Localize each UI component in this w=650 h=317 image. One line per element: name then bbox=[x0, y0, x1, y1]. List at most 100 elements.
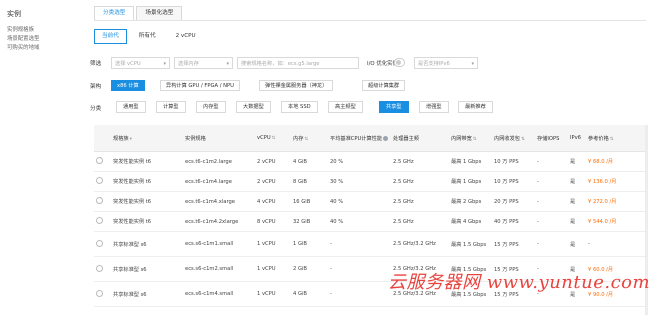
table-row[interactable]: 共享标准型 s6 ecs.s6-c1m1.small 1 vCPU 1 GiB -2.5… bbox=[94, 231, 646, 257]
chevron-down-icon: ▾ bbox=[471, 61, 474, 67]
row-select-cell bbox=[94, 256, 111, 282]
table-row[interactable]: 突发性能实例 t6 ecs.t6-c1m4.xlarge 4 vCPU 16 GiB 4… bbox=[94, 191, 646, 212]
category-big-data-button[interactable]: 大数据型 bbox=[236, 101, 271, 113]
category-memory-button[interactable]: 内存型 bbox=[196, 101, 226, 113]
cell-pps: 40 万 PPS bbox=[492, 211, 535, 232]
main-panel: 分类选型 场景化选型 当前代 所有代 2 vCPU 筛选 选择 vCPU ▾ 选… bbox=[86, 0, 650, 317]
cell-cpu-freq: 2.5 GHz bbox=[391, 171, 449, 192]
filter-icon[interactable]: ▾ bbox=[130, 137, 132, 142]
tab-all-generations[interactable]: 所有代 bbox=[131, 29, 164, 44]
cell-price: ¥ 136.0 /月 bbox=[586, 171, 646, 192]
arch-gpu-button[interactable]: 异构计算 GPU / FPGA / NPU bbox=[160, 80, 240, 91]
arch-label: 架构 bbox=[90, 84, 102, 90]
cell-price: - bbox=[586, 231, 646, 257]
tab-current-generation[interactable]: 当前代 bbox=[94, 29, 127, 44]
row-select-cell bbox=[94, 151, 111, 172]
cell-baseline-cpu: - bbox=[328, 256, 391, 282]
category-shared-button[interactable]: 共享型 bbox=[379, 101, 409, 113]
category-general-button[interactable]: 通用型 bbox=[116, 101, 146, 113]
cell-iops: - bbox=[535, 151, 568, 172]
vcpu-select[interactable]: 选择 vCPU ▾ bbox=[111, 57, 170, 69]
category-enhanced-button[interactable]: 增强型 bbox=[419, 101, 449, 113]
row-radio[interactable] bbox=[96, 177, 103, 184]
table-row[interactable]: 突发性能实例 t6 ecs.t6-c1m4.2xlarge 8 vCPU 32 GiB… bbox=[94, 211, 646, 232]
cell-bandwidth: 最高 1 Gbps bbox=[449, 171, 492, 192]
memory-select[interactable]: 选择内存 ▾ bbox=[174, 57, 233, 69]
generation-tabs: 当前代 所有代 2 vCPU bbox=[94, 29, 208, 44]
row-select-cell bbox=[94, 211, 111, 232]
cell-bandwidth: 最高 1 Gbps bbox=[449, 151, 492, 172]
cell-spec: ecs.s6-c1m1.small bbox=[183, 231, 255, 257]
memory-select-placeholder: 选择内存 bbox=[178, 61, 199, 67]
info-icon[interactable] bbox=[383, 135, 389, 141]
table-row[interactable]: 突发性能实例 t6 ecs.t6-c1m4.large 2 vCPU 8 GiB 30 … bbox=[94, 171, 646, 192]
header-vcpu[interactable]: vCPU⇅ bbox=[255, 125, 291, 152]
row-radio[interactable] bbox=[96, 157, 103, 164]
category-local-ssd-button[interactable]: 本地 SSD bbox=[281, 101, 318, 113]
category-high-frequency-button[interactable]: 高主频型 bbox=[328, 101, 363, 113]
cell-memory: 32 GiB bbox=[291, 211, 328, 232]
row-radio[interactable] bbox=[96, 289, 103, 297]
cell-family: 共享标准型 s6 bbox=[111, 281, 183, 307]
sort-icon[interactable]: ⇅ bbox=[521, 137, 525, 142]
cell-vcpu: 2 vCPU bbox=[255, 151, 291, 172]
cell-memory: 2 GiB bbox=[291, 256, 328, 282]
arch-bare-metal-button[interactable]: 弹性裸金属服务器（神龙） bbox=[259, 80, 334, 91]
tab-2vcpu[interactable]: 2 vCPU bbox=[168, 29, 204, 44]
header-bandwidth[interactable]: 内网带宽⇅ bbox=[449, 125, 492, 152]
io-optimized-toggle[interactable] bbox=[394, 58, 405, 67]
cell-iops: - bbox=[535, 191, 568, 212]
spec-search-input[interactable]: 搜索规格名称，如：ecs.g5.large bbox=[237, 57, 359, 69]
cell-iops: - bbox=[535, 211, 568, 232]
header-memory[interactable]: 内存⇅ bbox=[291, 125, 328, 152]
cell-cpu-freq: 2.5 GHz bbox=[391, 151, 449, 172]
cell-price: ¥ 544.0 /月 bbox=[586, 211, 646, 232]
category-latest-button[interactable]: 最新推荐 bbox=[458, 101, 493, 113]
cell-price: ¥ 272.0 /月 bbox=[586, 191, 646, 212]
header-cpu-freq: 处理器主频 bbox=[391, 125, 449, 152]
tab-scenario-selection[interactable]: 场景化选型 bbox=[136, 6, 183, 20]
category-compute-button[interactable]: 计算型 bbox=[156, 101, 186, 113]
header-pps[interactable]: 内网收发包⇅ bbox=[492, 125, 535, 152]
sidebar-item-regions[interactable]: 可购买的地域 bbox=[7, 43, 39, 51]
sidebar-item-scenario-config[interactable]: 场景配置选型 bbox=[7, 34, 39, 42]
cell-baseline-cpu: 30 % bbox=[328, 171, 391, 192]
tab-category-selection[interactable]: 分类选型 bbox=[94, 6, 135, 20]
row-select-cell bbox=[94, 231, 111, 257]
cell-memory: 16 GiB bbox=[291, 191, 328, 212]
arch-super-computing-button[interactable]: 超级计算集群 bbox=[362, 80, 406, 91]
cell-cpu-freq: 2.5 GHz bbox=[391, 211, 449, 232]
cell-family: 突发性能实例 t6 bbox=[111, 211, 183, 232]
table-header-row: 规格族▾ 实例规格 vCPU⇅ 内存⇅ 平均基准CPU计算性能 处理器主频 内网… bbox=[94, 125, 646, 152]
header-price[interactable]: 参考价格⇅ bbox=[586, 125, 646, 152]
sort-icon[interactable]: ⇅ bbox=[304, 137, 308, 142]
top-tabs: 分类选型 场景化选型 bbox=[94, 6, 184, 20]
cell-spec: ecs.s6-c1m4.small bbox=[183, 281, 255, 307]
row-radio[interactable] bbox=[96, 264, 103, 272]
row-radio[interactable] bbox=[96, 197, 103, 204]
header-iops: 存储IOPS bbox=[535, 125, 568, 152]
cell-memory: 4 GiB bbox=[291, 281, 328, 307]
arch-x86-button[interactable]: x86 计算 bbox=[111, 80, 145, 91]
header-family[interactable]: 规格族▾ bbox=[111, 125, 183, 152]
table-row[interactable]: 突发性能实例 t6 ecs.t6-c1m2.large 2 vCPU 4 GiB 20 … bbox=[94, 151, 646, 172]
cell-vcpu: 4 vCPU bbox=[255, 191, 291, 212]
header-baseline-cpu: 平均基准CPU计算性能 bbox=[328, 125, 391, 152]
sort-icon[interactable]: ⇅ bbox=[473, 137, 477, 142]
sidebar-item-instance-family[interactable]: 实例规格族 bbox=[7, 25, 34, 33]
cell-pps: 20 万 PPS bbox=[492, 191, 535, 212]
cell-baseline-cpu: - bbox=[328, 281, 391, 307]
row-radio[interactable] bbox=[96, 217, 103, 224]
row-radio[interactable] bbox=[96, 239, 103, 247]
cell-bandwidth: 最高 4 Gbps bbox=[449, 211, 492, 232]
cell-baseline-cpu: 40 % bbox=[328, 191, 391, 212]
category-label: 分类 bbox=[90, 106, 102, 112]
sort-icon[interactable]: ⇅ bbox=[610, 137, 614, 142]
ipv6-select[interactable]: 是否支持IPv6 ▾ bbox=[414, 57, 478, 69]
cell-spec: ecs.t6-c1m4.2xlarge bbox=[183, 211, 255, 232]
sort-icon[interactable]: ⇅ bbox=[272, 136, 276, 141]
cell-price: ¥ 68.0 /月 bbox=[586, 151, 646, 172]
cell-memory: 1 GiB bbox=[291, 231, 328, 257]
cell-family: 突发性能实例 t6 bbox=[111, 151, 183, 172]
cell-bandwidth: 最高 2 Gbps bbox=[449, 191, 492, 212]
